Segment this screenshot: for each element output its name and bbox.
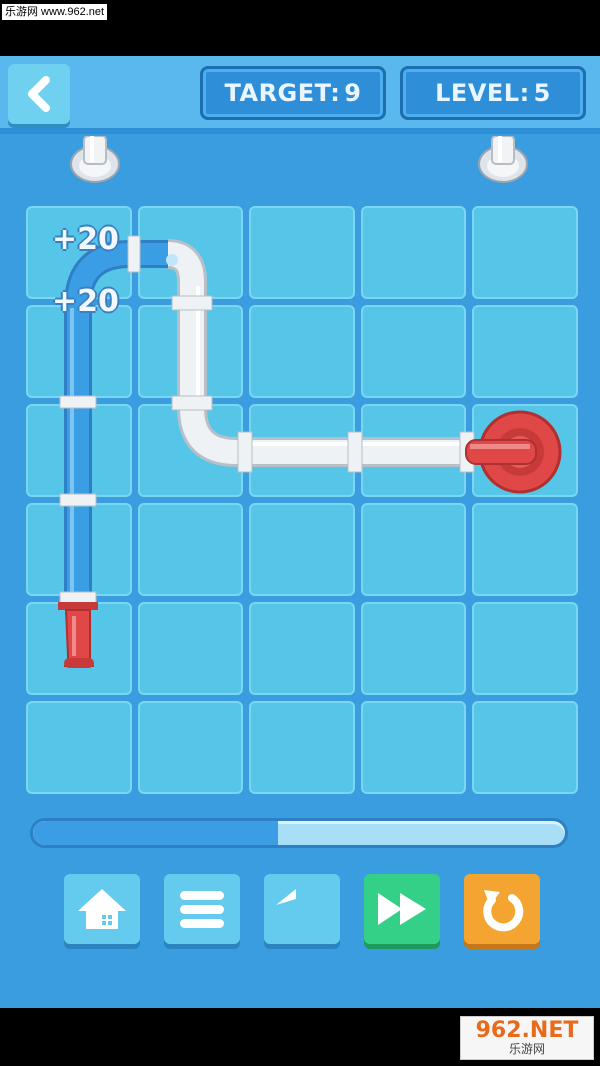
grid-cell[interactable] — [137, 602, 244, 695]
score-popup: +20 — [52, 284, 119, 319]
menu-button[interactable] — [164, 874, 240, 944]
grid-cell[interactable] — [360, 206, 467, 299]
fast-forward-icon — [378, 893, 426, 925]
water-progress-fill — [33, 821, 278, 845]
site-logo: 962.NET 乐游网 — [460, 1016, 594, 1060]
water-progress-bar — [30, 818, 568, 848]
site-logo-subtext: 乐游网 — [508, 1042, 545, 1056]
restart-button[interactable] — [464, 874, 540, 944]
water-tap-left — [70, 136, 120, 183]
grid-cell[interactable] — [137, 503, 244, 596]
grid-cell[interactable] — [26, 701, 132, 794]
restart-icon — [483, 890, 524, 932]
grid-cell[interactable] — [472, 404, 578, 497]
target-display: TARGET: 9 — [200, 66, 386, 120]
grid-cell[interactable] — [360, 602, 467, 695]
grid-cell[interactable] — [360, 503, 467, 596]
score-popup: +20 — [52, 222, 119, 257]
grid-cell[interactable] — [472, 305, 578, 398]
target-value: 9 — [344, 79, 362, 107]
grid-cell[interactable] — [249, 305, 355, 398]
menu-icon — [180, 891, 224, 928]
undo-icon — [276, 889, 296, 905]
site-watermark: 乐游网 www.962.net — [2, 4, 108, 20]
grid-cell[interactable] — [26, 602, 132, 695]
top-bar: TARGET: 9 LEVEL: 5 — [0, 56, 600, 134]
grid-cell[interactable] — [472, 206, 578, 299]
fast-forward-button[interactable] — [364, 874, 440, 944]
site-logo-text: 962.NET — [475, 1018, 579, 1043]
grid-cell[interactable] — [137, 701, 244, 794]
grid-cell[interactable] — [249, 602, 355, 695]
level-value: 5 — [533, 79, 551, 107]
level-label: LEVEL: — [435, 79, 530, 107]
grid-cell[interactable] — [249, 701, 355, 794]
grid-cell[interactable] — [472, 602, 578, 695]
grid-cell[interactable] — [472, 701, 578, 794]
game-screen: TARGET: 9 LEVEL: 5 +20 +20 — [0, 56, 600, 1008]
grid-cell[interactable] — [249, 206, 355, 299]
grid-cell[interactable] — [360, 701, 467, 794]
home-icon — [78, 889, 126, 929]
grid-cell[interactable] — [249, 503, 355, 596]
grid-cell[interactable] — [360, 305, 467, 398]
home-button[interactable] — [64, 874, 140, 944]
water-tap-right — [478, 136, 528, 183]
target-label: TARGET: — [224, 79, 341, 107]
level-display: LEVEL: 5 — [400, 66, 586, 120]
grid-cell[interactable] — [472, 503, 578, 596]
back-button[interactable] — [8, 64, 70, 124]
undo-button[interactable] — [264, 874, 340, 944]
chevron-left-icon — [28, 76, 50, 112]
